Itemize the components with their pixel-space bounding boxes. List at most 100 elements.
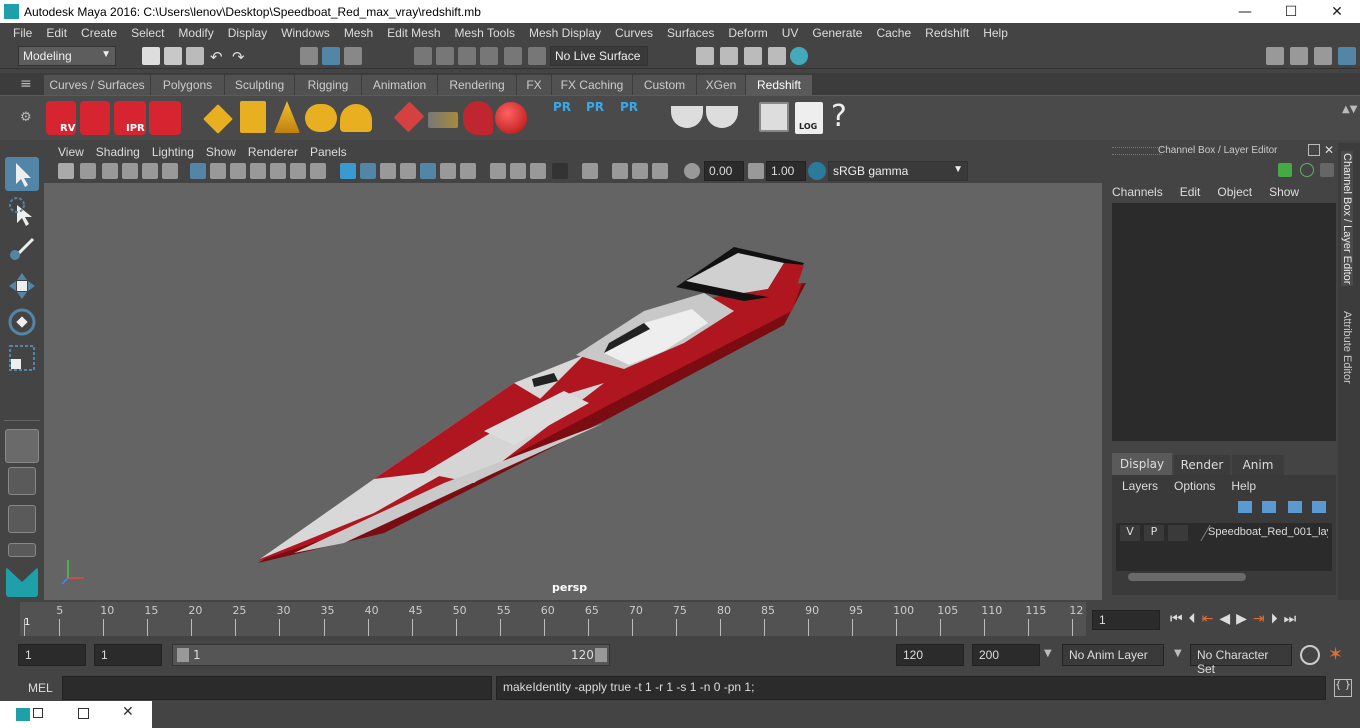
attribute-editor-toggle-icon[interactable] — [1290, 47, 1308, 65]
current-frame-field[interactable]: 1 — [1092, 610, 1160, 630]
area-light-icon[interactable] — [203, 104, 233, 134]
channel-object-menu[interactable]: Object — [1217, 185, 1252, 199]
2d-pan-zoom-icon[interactable] — [142, 163, 158, 179]
menu-mesh-tools[interactable]: Mesh Tools — [448, 26, 522, 40]
layout-toggle-icon[interactable] — [8, 543, 36, 557]
select-component-icon[interactable] — [344, 47, 362, 65]
shelf-menu-icon[interactable]: ≡ — [20, 77, 34, 91]
char-set-chevron-icon[interactable]: ▼ — [1174, 648, 1182, 659]
xray-active-icon[interactable] — [612, 163, 628, 179]
rotate-tool-icon[interactable] — [5, 305, 39, 339]
anim-layer-chevron-icon[interactable]: ▼ — [1044, 648, 1052, 659]
script-type-label[interactable]: MEL — [28, 681, 53, 695]
isolate-select-icon[interactable] — [582, 163, 598, 179]
render-settings-gear-icon[interactable] — [149, 101, 181, 135]
material-sphere-icon[interactable] — [495, 102, 527, 134]
field-chart-icon[interactable] — [270, 163, 286, 179]
range-end-handle[interactable] — [595, 648, 607, 662]
outliner-layout-icon[interactable] — [8, 505, 36, 533]
bookmark-icon[interactable] — [102, 163, 118, 179]
snap-point-icon[interactable] — [458, 47, 476, 65]
go-to-start-icon[interactable]: ⏮ — [1170, 611, 1183, 627]
new-layer-selected-icon[interactable] — [1312, 501, 1326, 513]
panel-drag-handle[interactable] — [1112, 147, 1162, 155]
camera-attributes-icon[interactable] — [80, 163, 96, 179]
paint-select-tool-icon[interactable] — [5, 231, 39, 265]
save-scene-icon[interactable] — [186, 47, 204, 65]
close-button[interactable]: ✕ — [1314, 0, 1360, 23]
tab-polygons[interactable]: Polygons — [151, 75, 224, 95]
anti-aliasing-icon[interactable] — [510, 163, 526, 179]
grid-icon[interactable] — [190, 163, 206, 179]
ipr-cube-icon[interactable]: IPR — [114, 101, 146, 135]
new-scene-icon[interactable] — [142, 47, 160, 65]
viewport-menu-lighting[interactable]: Lighting — [146, 145, 200, 159]
step-forward-frame-icon[interactable]: ⏵ — [1271, 611, 1278, 627]
layer-visibility-toggle[interactable]: V — [1120, 525, 1140, 541]
layer-name[interactable]: Speedboat_Red_001_layer — [1208, 526, 1328, 538]
menu-mesh-display[interactable]: Mesh Display — [522, 26, 608, 40]
pr-swap-icon[interactable]: PR — [620, 100, 646, 136]
menu-uv[interactable]: UV — [775, 26, 806, 40]
viewport-menu-shading[interactable]: Shading — [90, 145, 146, 159]
pr-export-icon[interactable]: PR — [586, 100, 612, 136]
scale-tool-icon[interactable] — [5, 341, 39, 375]
menu-redshift[interactable]: Redshift — [918, 26, 976, 40]
select-tool-icon[interactable] — [5, 157, 39, 191]
render-view-rv-icon[interactable]: RV — [46, 101, 76, 135]
mode-selector[interactable]: Modeling ▼ — [18, 46, 116, 66]
resolution-gate-icon[interactable] — [230, 163, 246, 179]
image-plane-icon[interactable] — [122, 163, 138, 179]
auto-key-icon[interactable] — [1300, 645, 1320, 665]
layer-display-type-toggle[interactable] — [1168, 525, 1188, 541]
move-layer-down-icon[interactable] — [1262, 501, 1276, 513]
render-settings-icon[interactable] — [696, 47, 714, 65]
animation-end-field[interactable]: 200 — [972, 644, 1040, 666]
speedboat-model[interactable] — [44, 183, 1102, 600]
move-layer-up-icon[interactable] — [1238, 501, 1252, 513]
select-object-icon[interactable] — [322, 47, 340, 65]
help-icon[interactable]: ? — [831, 98, 855, 136]
backface-culling-icon[interactable] — [652, 163, 668, 179]
tab-anim[interactable]: Anim — [1232, 455, 1284, 475]
options-menu[interactable]: Options — [1174, 479, 1215, 493]
menu-help[interactable]: Help — [976, 26, 1015, 40]
menu-mesh[interactable]: Mesh — [337, 26, 380, 40]
minimize-button[interactable]: — — [1222, 0, 1268, 23]
menu-file[interactable]: File — [6, 26, 39, 40]
range-start-handle[interactable] — [177, 648, 189, 662]
tab-xgen[interactable]: XGen — [697, 75, 745, 95]
gamma-icon[interactable] — [748, 163, 764, 179]
layer-row[interactable]: V P Speedboat_Red_001_layer — [1118, 525, 1330, 543]
new-layer-icon[interactable] — [1288, 501, 1302, 513]
playback-end-field[interactable]: 120 — [896, 644, 964, 666]
step-forward-key-icon[interactable]: ⇥ — [1253, 611, 1265, 627]
layer-scrollbar-thumb[interactable] — [1128, 573, 1246, 581]
layout-icon[interactable] — [1266, 47, 1284, 65]
channels-menu[interactable]: Channels — [1112, 185, 1163, 199]
time-ruler[interactable]: 5 10 15 20 25 30 35 40 45 50 55 60 65 70 75 80 85 90 95 100… — [20, 602, 1086, 636]
history-icon[interactable] — [528, 47, 546, 65]
channel-show-menu[interactable]: Show — [1269, 185, 1299, 199]
undo-icon[interactable]: ↶ — [210, 48, 228, 66]
viewport-menu-view[interactable]: View — [52, 145, 90, 159]
render-view-icon[interactable] — [768, 47, 786, 65]
portal-light-icon[interactable] — [240, 101, 266, 133]
go-to-end-icon[interactable]: ⏭ — [1284, 611, 1297, 627]
proxy-icon[interactable] — [463, 101, 493, 135]
tab-curves-surfaces[interactable]: Curves / Surfaces — [44, 75, 150, 95]
playback-start-field[interactable]: 1 — [94, 644, 162, 666]
wireframe-icon[interactable] — [340, 163, 356, 179]
volume-icon[interactable] — [428, 112, 458, 128]
viewport-menu-renderer[interactable]: Renderer — [242, 145, 304, 159]
exposure-field[interactable]: 0.00 — [704, 161, 744, 181]
channel-edit-menu[interactable]: Edit — [1180, 185, 1201, 199]
shadows-icon[interactable] — [440, 163, 456, 179]
side-tab-attribute-editor[interactable]: Attribute Editor — [1341, 311, 1353, 384]
menu-generate[interactable]: Generate — [805, 26, 869, 40]
log-icon[interactable]: LOG — [795, 102, 823, 134]
viewport-menu-show[interactable]: Show — [200, 145, 242, 159]
gamma-field[interactable]: 1.00 — [766, 161, 806, 181]
layer-scrollbar[interactable] — [1116, 571, 1332, 583]
live-surface-field[interactable]: No Live Surface — [550, 46, 648, 66]
